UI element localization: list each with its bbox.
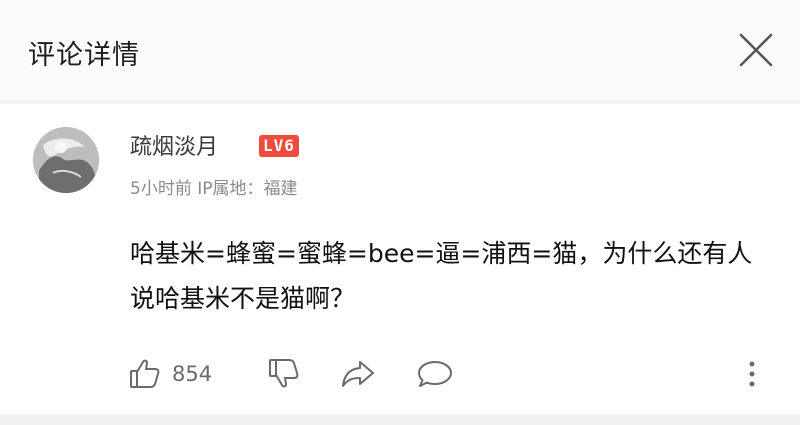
more-options-button[interactable] <box>744 356 760 392</box>
page-title: 评论详情 <box>28 40 140 71</box>
avatar[interactable] <box>33 127 99 193</box>
close-icon <box>739 33 773 67</box>
reply-button[interactable] <box>416 358 454 390</box>
comment-author-name[interactable]: 疏烟淡月 <box>130 129 218 161</box>
dislike-button[interactable] <box>267 356 301 390</box>
more-vertical-icon <box>749 361 755 387</box>
header: 评论详情 <box>0 0 800 100</box>
close-button[interactable] <box>736 30 776 70</box>
level-badge: LV6 <box>259 135 299 157</box>
comment-actions: 854 <box>0 352 800 396</box>
comment-card: 疏烟淡月 LV6 5小时前 IP属地：福建 哈基米=蜂蜜=蜜蜂=bee=逼=浦西… <box>0 104 800 414</box>
thumbs-up-icon <box>130 359 160 388</box>
like-button[interactable]: 854 <box>128 356 212 392</box>
comment-bubble-icon <box>418 361 452 387</box>
comment-meta: 5小时前 IP属地：福建 <box>130 179 298 199</box>
share-icon <box>342 361 374 387</box>
thumbs-down-icon <box>269 359 299 388</box>
like-count: 854 <box>172 362 213 386</box>
bottom-divider <box>0 414 800 425</box>
avatar-icon <box>33 127 99 193</box>
share-button[interactable] <box>340 358 376 390</box>
comment-text: 哈基米=蜂蜜=蜜蜂=bee=逼=浦西=猫，为什么还有人说哈基米不是猫啊？ <box>130 239 753 313</box>
